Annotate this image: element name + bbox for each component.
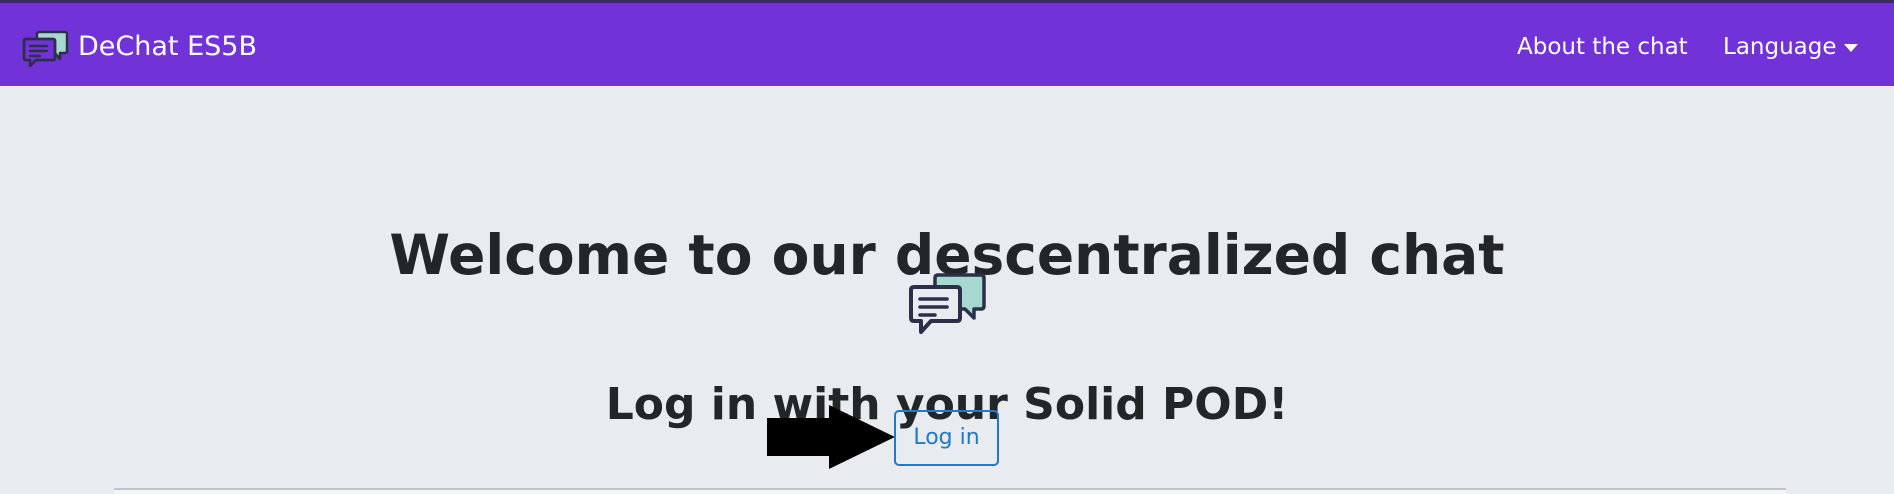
brand-link[interactable]: DeChat ES5B xyxy=(22,25,257,69)
caret-down-icon xyxy=(1843,44,1858,52)
language-dropdown[interactable]: Language xyxy=(1723,32,1858,62)
nav-about-link[interactable]: About the chat xyxy=(1517,32,1688,62)
top-navbar: DeChat ES5B About the chat Language xyxy=(0,0,1894,86)
brand-title: DeChat ES5B xyxy=(78,31,257,62)
content-panel-edge xyxy=(114,488,1786,494)
language-label: Language xyxy=(1723,34,1837,60)
arrow-right-icon xyxy=(767,405,895,469)
login-button[interactable]: Log in xyxy=(894,410,999,466)
login-section: Welcome to our descentralized chat Log i… xyxy=(0,86,1894,494)
chat-bubbles-icon xyxy=(22,30,69,67)
chat-bubbles-icon xyxy=(909,273,986,334)
